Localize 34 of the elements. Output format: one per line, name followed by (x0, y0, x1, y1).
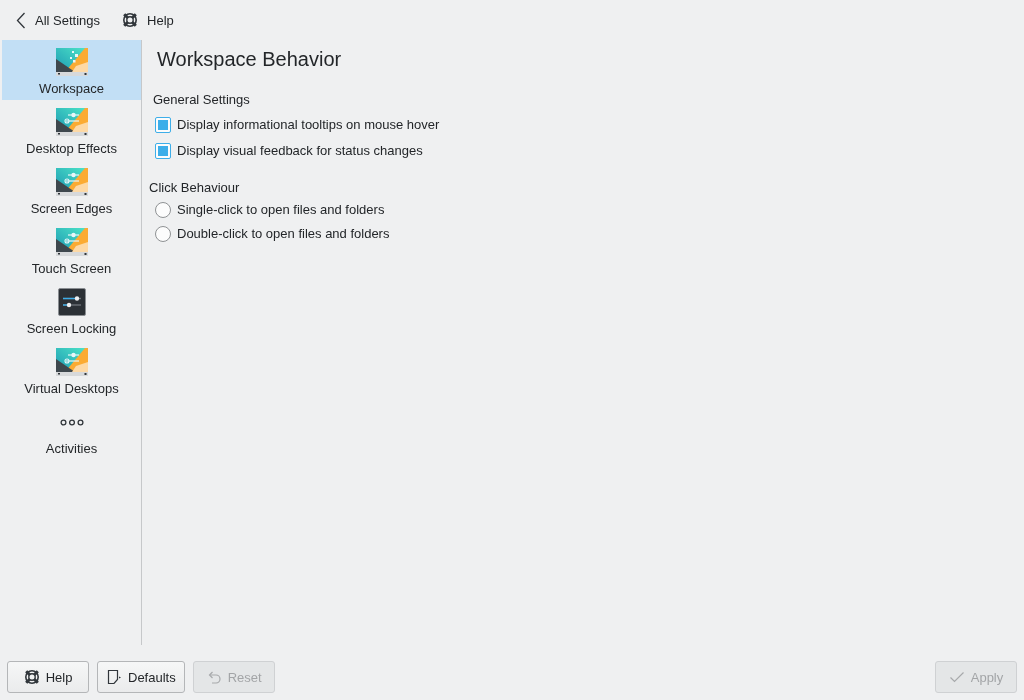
checkmark-icon (948, 669, 965, 685)
landscape-sliders-icon (55, 168, 88, 196)
checkbox-label[interactable]: Display informational tooltips on mouse hover (177, 117, 440, 133)
three-dots-icon (59, 418, 84, 426)
sidebar-item[interactable]: Screen Locking (2, 280, 141, 340)
sidebar-item[interactable]: Touch Screen (2, 220, 141, 280)
sidebar-item[interactable]: Activities (2, 400, 141, 460)
page-title: Workspace Behavior (157, 47, 342, 71)
lifebuoy-icon (122, 12, 139, 28)
back-button[interactable]: All Settings (11, 6, 106, 34)
landscape-sliders-icon (55, 228, 88, 256)
sidebar-item[interactable]: Virtual Desktops (2, 340, 141, 400)
checkbox[interactable] (155, 143, 171, 159)
sidebar-item[interactable]: Workspace (2, 40, 141, 100)
sidebar-item[interactable]: Screen Edges (2, 160, 141, 220)
sliders-icon (57, 288, 86, 316)
lifebuoy-icon (23, 669, 40, 685)
help-button[interactable]: Help (117, 6, 179, 34)
defaults-button[interactable]: Defaults (97, 661, 185, 693)
landscape-sparkle-icon (55, 48, 88, 76)
landscape-sliders-icon (55, 108, 88, 136)
radio-button[interactable] (155, 226, 171, 242)
document-icon (106, 669, 122, 685)
sidebar-item[interactable]: Desktop Effects (2, 100, 141, 160)
radio-label[interactable]: Single-click to open files and folders (177, 202, 385, 218)
checkbox-label[interactable]: Display visual feedback for status changes (177, 143, 423, 159)
radio-button[interactable] (155, 202, 171, 218)
radio-label[interactable]: Double-click to open files and folders (177, 226, 390, 242)
section-heading: Click Behaviour (149, 180, 240, 196)
section-heading: General Settings (153, 92, 250, 108)
back-chevron-icon (16, 11, 26, 29)
help-button[interactable]: Help (7, 661, 89, 693)
landscape-sliders-icon (55, 348, 88, 376)
checkbox[interactable] (155, 117, 171, 133)
